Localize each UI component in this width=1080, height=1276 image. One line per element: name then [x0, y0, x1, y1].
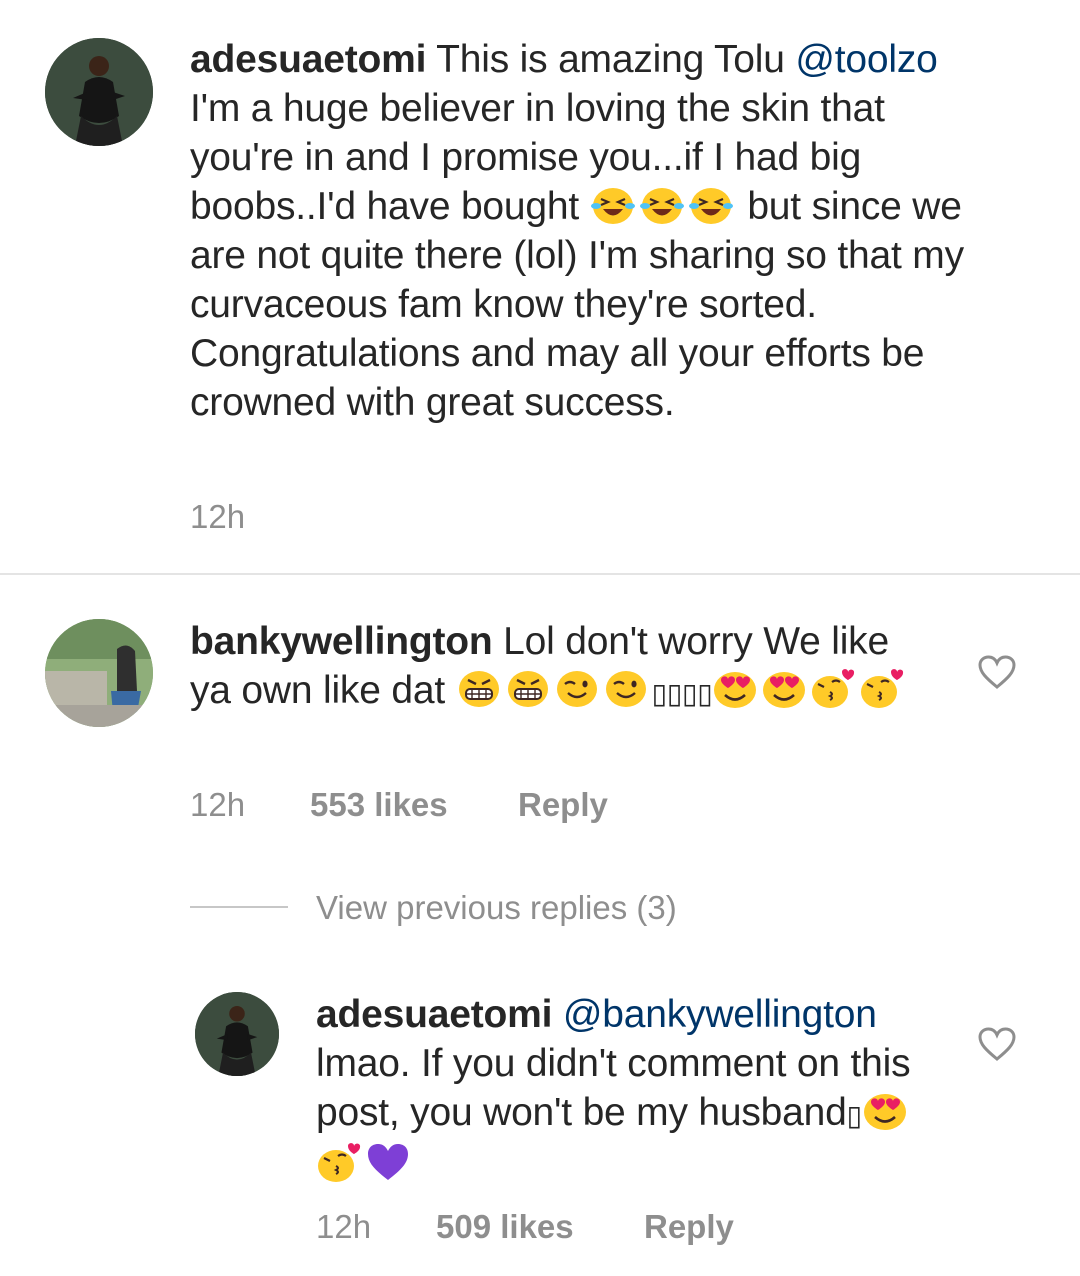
comment-meta: 12h 553 likes Reply [190, 785, 790, 825]
comment-text-part: This is amazing Tolu [436, 38, 785, 81]
blowing-kiss-face-icon [810, 668, 856, 710]
profile-photo-icon [195, 992, 279, 1076]
like-heart-icon[interactable] [977, 1026, 1017, 1062]
profile-photo-icon [45, 38, 153, 146]
profile-photo-icon [45, 619, 153, 727]
reply-text: lmao. If you didn't comment on this post… [316, 1042, 911, 1134]
laughing-crying-face-icon [639, 184, 685, 226]
comment-username[interactable]: bankywellington [190, 620, 493, 663]
heart-eyes-face-icon [862, 1090, 908, 1132]
missing-glyph-box: ▯ [846, 1099, 862, 1132]
avatar-adesuaetomi[interactable] [45, 38, 153, 146]
comments-page: adesuaetomi This is amazing Tolu @toolzo… [0, 0, 1080, 1276]
laughing-crying-face-icon [688, 184, 734, 226]
reply-meta: 12h 509 likes Reply [316, 1207, 916, 1247]
winking-face-icon [554, 668, 600, 710]
avatar-adesuaetomi[interactable] [195, 992, 279, 1076]
comment-timestamp: 12h [190, 786, 246, 823]
grimacing-face-icon [456, 668, 502, 710]
purple-heart-icon [365, 1142, 411, 1184]
comment-username[interactable]: adesuaetomi [190, 38, 426, 81]
view-previous-replies-button[interactable]: View previous replies (3) [316, 886, 677, 930]
reply-timestamp: 12h [316, 1208, 372, 1245]
likes-count-button[interactable]: 553 likes [310, 785, 448, 825]
mention-link[interactable]: @bankywellington [563, 993, 877, 1036]
missing-glyph-boxes: ▯▯▯▯ [651, 677, 713, 710]
like-heart-icon[interactable] [977, 654, 1017, 690]
blowing-kiss-face-icon [859, 668, 905, 710]
grimacing-face-icon [505, 668, 551, 710]
reply-username[interactable]: adesuaetomi [316, 993, 552, 1036]
reply-body: adesuaetomi @bankywellington lmao. If yo… [316, 990, 916, 1189]
reply-button[interactable]: Reply [644, 1207, 734, 1247]
avatar-bankywellington[interactable] [45, 619, 153, 727]
blowing-kiss-face-icon [316, 1142, 362, 1184]
winking-face-icon [603, 668, 649, 710]
mention-link[interactable]: @toolzo [795, 38, 937, 81]
comment-timestamp: 12h [190, 498, 246, 535]
laughing-crying-face-icon [590, 184, 636, 226]
comment-body: adesuaetomi This is amazing Tolu @toolzo… [190, 35, 990, 427]
heart-eyes-face-icon [712, 668, 758, 710]
divider [0, 573, 1080, 575]
replies-divider-line [190, 906, 288, 908]
heart-eyes-face-icon [761, 668, 807, 710]
comment-body: bankywellington Lol don't worry We like … [190, 617, 930, 718]
comment-meta: 12h [190, 497, 390, 537]
reply-button[interactable]: Reply [518, 785, 608, 825]
likes-count-button[interactable]: 509 likes [436, 1207, 574, 1247]
